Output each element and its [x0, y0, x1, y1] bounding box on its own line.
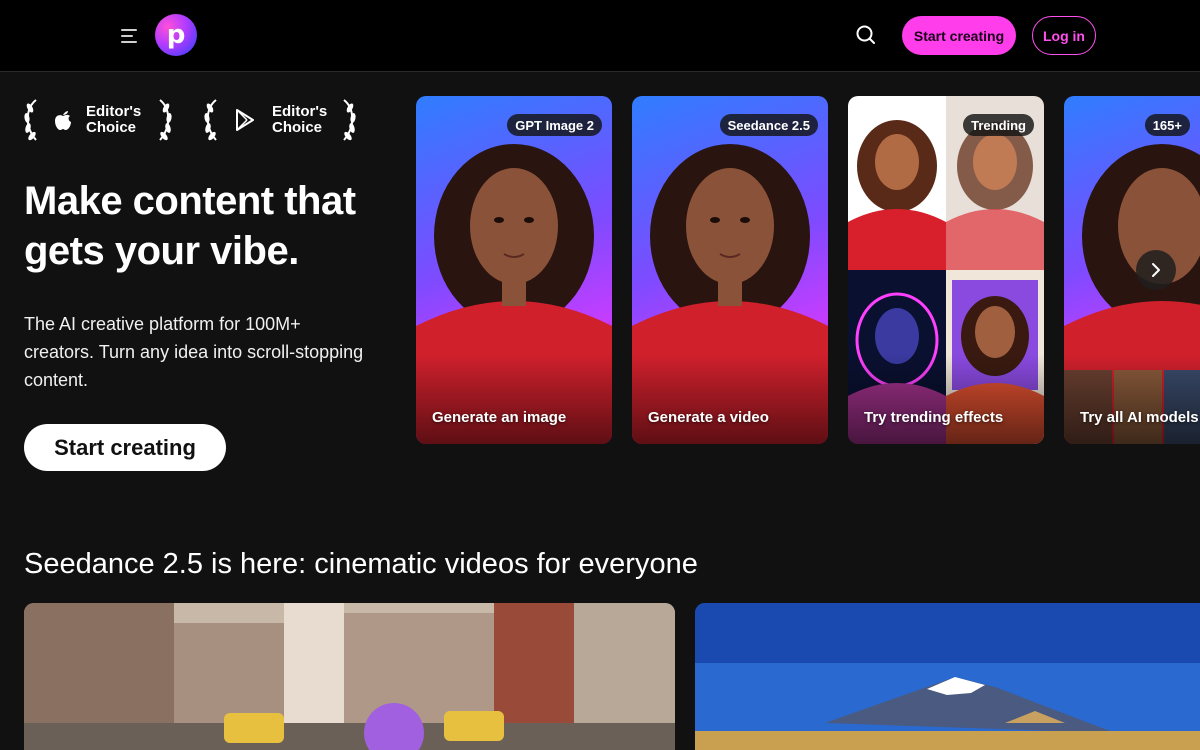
model-badge: Seedance 2.5 [719, 114, 818, 136]
model-badge: GPT Image 2 [507, 114, 602, 136]
search-icon[interactable] [852, 21, 880, 49]
carousel-next-button[interactable] [1136, 250, 1176, 290]
laurel-right-icon [343, 99, 356, 141]
card-generate-image[interactable]: GPT Image 2 Generate an image [416, 96, 612, 444]
card-label: Try trending effects [864, 409, 1004, 426]
award-line1: Editor's [86, 103, 142, 120]
editors-choice-google-play: Editor's Choice [202, 96, 358, 144]
section-title: Seedance 2.5 is here: cinematic videos f… [24, 548, 698, 580]
google-play-icon [236, 109, 254, 131]
card-generate-video[interactable]: Seedance 2.5 Generate a video [632, 96, 828, 444]
editors-choice-apple: Editor's Choice [22, 96, 174, 144]
award-line2: Choice [272, 119, 323, 136]
hero-title: Make content that gets your vibe. [24, 179, 356, 273]
card-trending-effects[interactable]: Trending Try trending effects [848, 96, 1044, 444]
card-label: Generate an image [432, 409, 567, 426]
video-card-mountain[interactable] [695, 603, 1200, 750]
card-shade [848, 354, 1044, 444]
top-nav: p Start creating Log in [0, 0, 1200, 72]
hamburger-menu-icon[interactable] [118, 24, 142, 48]
effect-cartoon-image [848, 96, 946, 270]
log-in-button[interactable]: Log in [1032, 16, 1096, 55]
laurel-right-icon [159, 99, 172, 141]
card-shade [632, 354, 828, 444]
card-label: Try all AI models [1080, 409, 1199, 426]
award-line1: Editor's [272, 103, 328, 120]
trending-badge: Trending [963, 114, 1034, 136]
award-line2: Choice [86, 119, 137, 136]
laurel-left-icon [24, 99, 37, 141]
card-shade [416, 354, 612, 444]
city-street-image [24, 603, 675, 750]
video-card-city-street[interactable] [24, 603, 675, 750]
card-shade [1064, 354, 1200, 444]
start-creating-button[interactable]: Start creating [902, 16, 1016, 55]
award-text: Editor's Choice [86, 104, 141, 136]
laurel-left-icon [204, 99, 217, 141]
card-label: Generate a video [648, 409, 769, 426]
card-all-ai-models[interactable]: 165+ Try all AI models [1064, 96, 1200, 444]
chevron-right-icon [1152, 263, 1160, 277]
logo-letter: p [166, 20, 186, 50]
apple-icon [55, 111, 71, 130]
hero-start-creating-button[interactable]: Start creating [24, 424, 226, 471]
award-text: Editor's Choice [272, 104, 327, 136]
mountain-landscape-image [695, 603, 1200, 750]
logo[interactable]: p [155, 14, 197, 56]
hero-subtitle: The AI creative platform for 100M+ creat… [24, 314, 364, 390]
models-count-badge: 165+ [1144, 114, 1190, 136]
